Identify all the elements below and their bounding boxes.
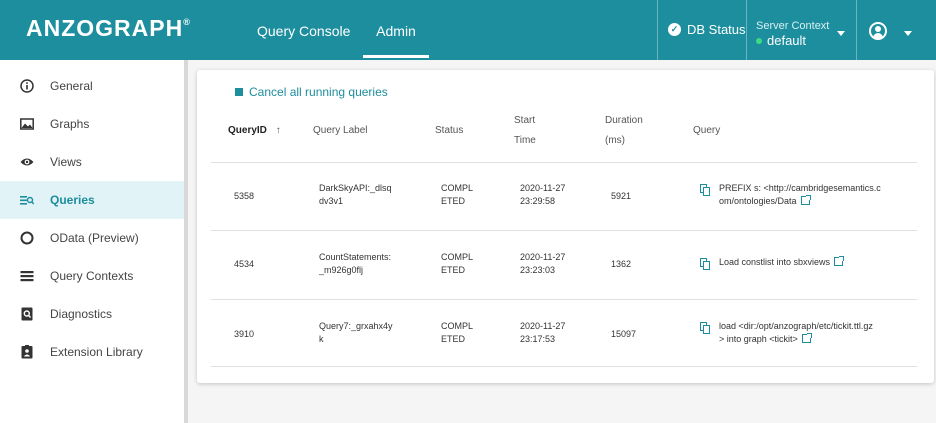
sidebar-item-odata[interactable]: OData (Preview) (0, 219, 184, 257)
toolbar-divider (657, 0, 658, 60)
sidebar-item-label: General (50, 79, 93, 93)
tab-admin[interactable]: Admin (363, 0, 429, 60)
status-cell: COMPL ETED (441, 183, 474, 206)
status-cell: COMPL ETED (441, 252, 474, 275)
sidebar-item-label: Queries (50, 193, 95, 207)
stop-icon (235, 88, 243, 96)
check-circle-icon: ✓ (668, 23, 681, 36)
sidebar-item-label: Graphs (50, 117, 90, 131)
sidebar-item-label: Query Contexts (50, 269, 134, 283)
external-link-icon[interactable] (800, 195, 811, 205)
column-header-duration: Duration (ms) (605, 115, 643, 146)
row-divider (211, 230, 917, 231)
active-tab-indicator (363, 55, 429, 58)
sort-arrow-up-icon: ↑ (275, 125, 281, 136)
column-header-start-time: Start Time (514, 115, 536, 146)
sidebar-item-views[interactable]: Views (0, 143, 184, 181)
sidebar-item-graphs[interactable]: Graphs (0, 105, 184, 143)
circle-icon (20, 231, 34, 245)
row-divider (211, 299, 917, 300)
list-icon (20, 269, 34, 283)
start-time-cell: 2020-11-27 23:17:53 (520, 321, 566, 344)
sidebar-item-label: OData (Preview) (50, 231, 139, 245)
status-cell: COMPL ETED (441, 321, 474, 344)
search-doc-icon (20, 307, 34, 321)
eye-icon (20, 155, 34, 169)
duration-cell: 5921 (611, 191, 632, 201)
copy-icon[interactable] (700, 258, 711, 270)
query-label-cell: CountStatements: _m926g0flj (319, 252, 392, 275)
column-header-query-label: Query Label (313, 125, 368, 136)
start-time-cell: 2020-11-27 23:23:03 (520, 252, 566, 275)
row-divider (211, 162, 917, 163)
query-cell: PREFIX s: <http://cambridgesemantics.c om… (700, 182, 881, 208)
info-icon (20, 79, 34, 93)
row-divider (211, 366, 917, 367)
toolbar-divider (856, 0, 857, 60)
start-time-cell: 2020-11-27 23:29:58 (520, 183, 566, 206)
chevron-down-icon[interactable] (904, 31, 912, 36)
copy-icon[interactable] (700, 184, 711, 196)
query-cell: load <dir:/opt/anzograph/etc/tickit.ttl.… (700, 320, 873, 346)
query-label-cell: DarkSkyAPI:_dlsq dv3v1 (319, 183, 392, 206)
query-id-cell: 4534 (234, 259, 255, 269)
app-logo[interactable]: ANZOGRAPH® (26, 15, 191, 42)
duration-cell: 15097 (611, 329, 637, 339)
sidebar-item-label: Extension Library (50, 345, 143, 359)
query-list-icon (20, 193, 35, 207)
duration-cell: 1362 (611, 259, 632, 269)
tab-query-console[interactable]: Query Console (257, 0, 350, 60)
badge-icon (20, 345, 34, 359)
queries-card: Cancel all running queries QueryID ↑ Que… (197, 70, 934, 383)
query-cell: Load constlist into sbxviews (700, 256, 845, 270)
sidebar: General Graphs Views Queries OData (Prev… (0, 60, 184, 423)
external-link-icon[interactable] (834, 256, 845, 266)
sidebar-item-query-contexts[interactable]: Query Contexts (0, 257, 184, 295)
image-icon (20, 117, 34, 131)
sidebar-item-label: Diagnostics (50, 307, 113, 321)
cancel-all-queries-button[interactable]: Cancel all running queries (235, 85, 388, 99)
toolbar-divider (746, 0, 747, 60)
db-status-button[interactable]: ✓ DB Status (668, 22, 746, 37)
query-label-cell: Query7:_grxahx4y k (319, 321, 393, 344)
account-icon[interactable] (869, 22, 887, 40)
copy-icon[interactable] (700, 322, 711, 334)
query-id-cell: 5358 (234, 191, 255, 201)
column-header-query-id[interactable]: QueryID ↑ (228, 122, 281, 139)
query-id-cell: 3910 (234, 329, 255, 339)
column-header-status: Status (435, 125, 464, 136)
sidebar-item-general[interactable]: General (0, 67, 184, 105)
server-context-select[interactable]: Server Context default (756, 20, 829, 48)
sidebar-item-label: Views (50, 155, 82, 169)
external-link-icon[interactable] (801, 333, 812, 343)
sidebar-item-diagnostics[interactable]: Diagnostics (0, 295, 184, 333)
sidebar-item-extension-library[interactable]: Extension Library (0, 333, 184, 371)
column-header-query: Query (693, 125, 721, 136)
top-bar: ANZOGRAPH® Query Console Admin ✓ DB Stat… (0, 0, 936, 60)
chevron-down-icon[interactable] (837, 31, 845, 36)
sidebar-item-queries[interactable]: Queries (0, 181, 184, 219)
status-dot-icon (756, 37, 762, 44)
